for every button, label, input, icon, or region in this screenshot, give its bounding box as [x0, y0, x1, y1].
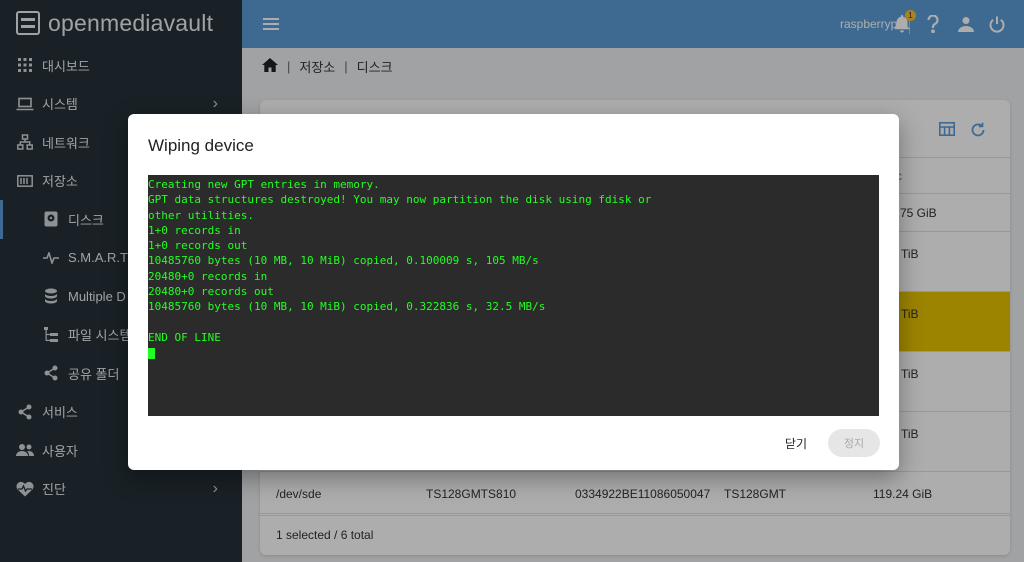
dialog-title: Wiping device — [148, 136, 254, 155]
stop-button[interactable]: 정지 — [828, 429, 880, 457]
terminal-cursor-line — [148, 345, 879, 360]
terminal-cursor — [148, 347, 155, 359]
terminal-line: Creating new GPT entries in memory. — [148, 178, 380, 191]
terminal-line: 10485760 bytes (10 MB, 10 MiB) copied, 0… — [148, 254, 539, 268]
terminal-line: 1+0 records out — [148, 239, 248, 253]
terminal-line: END OF LINE — [148, 330, 221, 344]
terminal-line: GPT data structures destroyed! You may n… — [148, 193, 652, 207]
terminal-line: 20480+0 records in — [148, 269, 268, 283]
terminal-line: 1+0 records in — [148, 223, 241, 237]
wipe-device-dialog: Wiping device Creating new GPT entries i… — [128, 114, 899, 470]
terminal-output: Creating new GPT entries in memory. GPT … — [148, 175, 879, 416]
terminal-line: other utilities. — [148, 208, 254, 222]
terminal-line: 10485760 bytes (10 MB, 10 MiB) copied, 0… — [148, 300, 546, 314]
close-button[interactable]: 닫기 — [785, 435, 807, 452]
terminal-line: 20480+0 records out — [148, 285, 274, 299]
